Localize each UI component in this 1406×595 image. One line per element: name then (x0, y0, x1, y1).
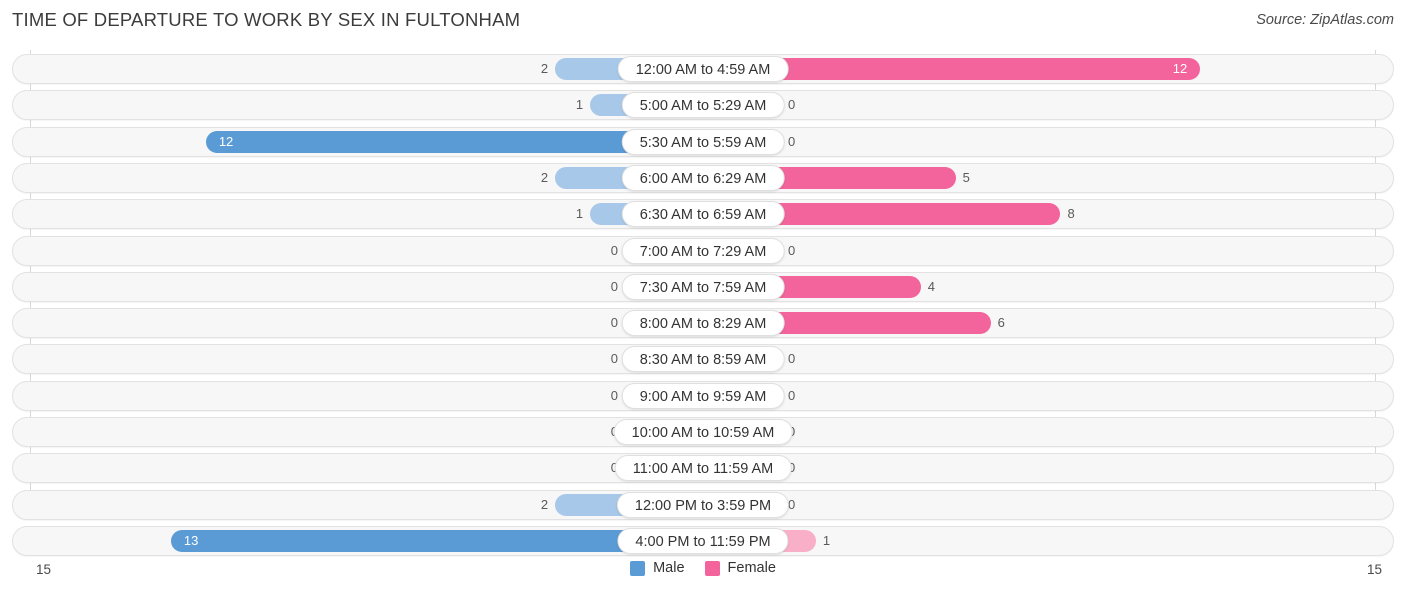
legend-item-female[interactable]: Female (704, 560, 776, 576)
male-bar-value: 13 (183, 532, 199, 548)
chart-plot-area: 2 12 12:00 AM to 4:59 AM 1 0 5:00 AM to 5:29 … (0, 50, 1406, 556)
category-label: 9:00 AM to 9:59 AM (621, 382, 785, 409)
category-label: 4:00 PM to 11:59 PM (617, 527, 789, 554)
chart-row[interactable]: 0 0 8:30 AM to 8:59 AM (12, 344, 1394, 375)
chart-row[interactable]: 2 5 6:00 AM to 6:29 AM (12, 162, 1394, 193)
legend-label-male: Male (653, 560, 685, 576)
male-bar-value: 1 (575, 206, 584, 222)
source-attribution: Source: ZipAtlas.com (1256, 12, 1394, 28)
male-bar-value: 2 (540, 169, 549, 185)
category-label: 5:30 AM to 5:59 AM (621, 128, 785, 155)
chart-row[interactable]: 13 1 4:00 PM to 11:59 PM (12, 525, 1394, 556)
category-label: 6:00 AM to 6:29 AM (621, 164, 785, 191)
female-bar-value: 5 (962, 169, 970, 185)
chart-row[interactable]: 2 0 12:00 PM to 3:59 PM (12, 489, 1394, 520)
category-label: 7:00 AM to 7:29 AM (621, 237, 785, 264)
female-bar-value: 1 (822, 532, 831, 548)
chart-row[interactable]: 1 0 5:00 AM to 5:29 AM (12, 90, 1394, 121)
category-label: 11:00 AM to 11:59 AM (614, 455, 792, 482)
female-bar-value: 12 (1172, 61, 1188, 76)
chart-row[interactable]: 0 4 7:30 AM to 7:59 AM (12, 271, 1394, 302)
legend-swatch-male-icon (630, 560, 646, 576)
chart-row[interactable]: 0 0 9:00 AM to 9:59 AM (12, 380, 1394, 411)
chart-row[interactable]: 12 0 5:30 AM to 5:59 AM (12, 126, 1394, 157)
category-label: 10:00 AM to 10:59 AM (613, 419, 793, 445)
chart-legend: Male Female (0, 560, 1406, 576)
chart-row[interactable]: 0010:00 AM to 10:59 AM (12, 417, 1394, 447)
male-bar-value: 2 (540, 496, 549, 512)
category-label: 8:00 AM to 8:29 AM (621, 310, 785, 337)
chart-row[interactable]: 0 6 8:00 AM to 8:29 AM (12, 308, 1394, 339)
male-bar-value: 1 (575, 97, 584, 113)
category-label: 8:30 AM to 8:59 AM (621, 346, 785, 373)
category-label: 6:30 AM to 6:59 AM (621, 201, 785, 228)
chart-row[interactable]: 0011:00 AM to 11:59 AM (12, 453, 1394, 484)
female-bar-value: 6 (997, 315, 1005, 331)
page-title: TIME OF DEPARTURE TO WORK BY SEX IN FULT… (12, 9, 521, 30)
chart-row[interactable]: 2 12 12:00 AM to 4:59 AM (12, 54, 1394, 84)
female-bar-value: 8 (1067, 206, 1075, 222)
female-bar-value: 4 (927, 278, 935, 294)
category-label: 7:30 AM to 7:59 AM (621, 273, 785, 300)
category-label: 5:00 AM to 5:29 AM (621, 92, 785, 119)
chart-row[interactable]: 1 8 6:30 AM to 6:59 AM (12, 199, 1394, 230)
chart-page: TIME OF DEPARTURE TO WORK BY SEX IN FULT… (0, 0, 1406, 595)
legend-label-female: Female (727, 560, 776, 576)
chart-row[interactable]: 0 0 7:00 AM to 7:29 AM (12, 235, 1394, 266)
category-label: 12:00 PM to 3:59 PM (616, 491, 790, 518)
male-bar-value: 2 (540, 61, 549, 76)
legend-item-male[interactable]: Male (630, 560, 685, 576)
legend-swatch-female-icon (704, 560, 720, 576)
male-bar-value: 12 (218, 133, 234, 149)
category-label: 12:00 AM to 4:59 AM (617, 56, 789, 82)
